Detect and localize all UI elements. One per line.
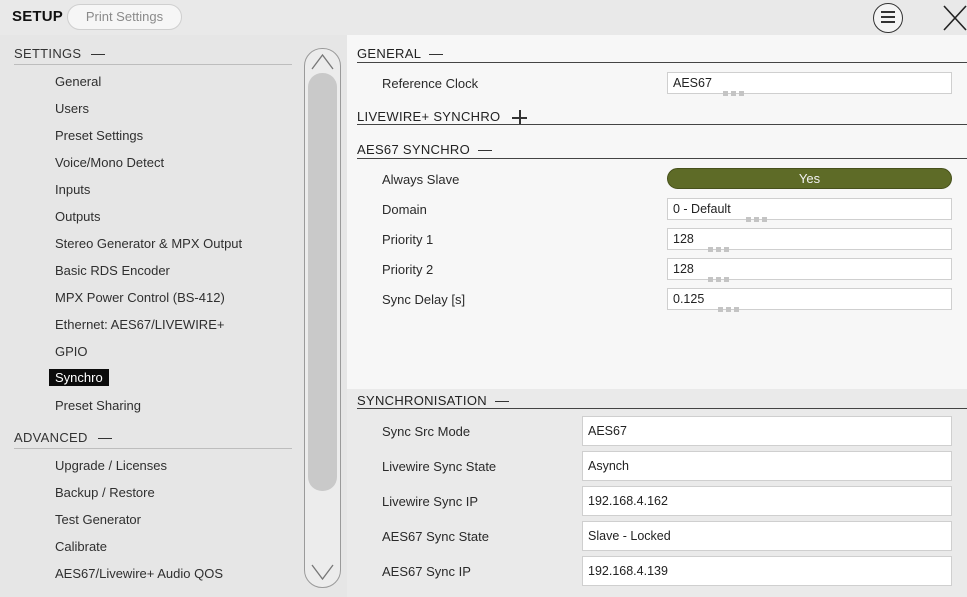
sync-delay-input[interactable]: 0.125 bbox=[667, 288, 952, 312]
status-area: SYNCHRONISATION Sync Src Mode AES67 Live… bbox=[347, 389, 967, 597]
settings-area: GENERAL Reference Clock AES67 LIVEWIRE+ … bbox=[347, 35, 967, 389]
synchro-panel: GENERAL Reference Clock AES67 LIVEWIRE+ … bbox=[347, 35, 967, 597]
priority2-input[interactable]: 128 bbox=[667, 258, 952, 282]
menu-icon[interactable] bbox=[873, 3, 903, 33]
collapse-icon[interactable] bbox=[429, 53, 444, 56]
synchronisation-header-label: SYNCHRONISATION bbox=[357, 393, 487, 408]
divider bbox=[357, 158, 967, 159]
print-settings-button[interactable]: Print Settings bbox=[67, 4, 182, 30]
livewire-sync-ip-value: 192.168.4.162 bbox=[582, 486, 952, 516]
livewire-section-header: LIVEWIRE+ SYNCHRO bbox=[357, 109, 528, 126]
general-section-header: GENERAL bbox=[357, 46, 444, 61]
aes67-header-label: AES67 SYNCHRO bbox=[357, 142, 470, 157]
sidebar-item-basic-rds-encoder[interactable]: Basic RDS Encoder bbox=[55, 263, 170, 278]
aes67-section-header: AES67 SYNCHRO bbox=[357, 142, 492, 157]
domain-value: 0 - Default bbox=[673, 202, 731, 216]
dropdown-dots-icon bbox=[718, 298, 742, 312]
scroll-down-icon[interactable] bbox=[310, 561, 335, 583]
sidebar-item-stereo-generator[interactable]: Stereo Generator & MPX Output bbox=[55, 236, 242, 251]
sync-src-mode-value: AES67 bbox=[582, 416, 952, 446]
advanced-header-label: ADVANCED bbox=[14, 430, 88, 445]
divider bbox=[357, 408, 967, 409]
general-header-label: GENERAL bbox=[357, 46, 422, 61]
sync-delay-label: Sync Delay [s] bbox=[382, 292, 466, 307]
close-icon[interactable] bbox=[940, 4, 967, 32]
sidebar-item-ethernet[interactable]: Ethernet: AES67/LIVEWIRE+ bbox=[55, 317, 224, 332]
divider bbox=[14, 64, 292, 65]
collapse-icon[interactable] bbox=[91, 53, 106, 56]
sync-delay-value: 0.125 bbox=[673, 292, 705, 306]
sidebar-item-general[interactable]: General bbox=[55, 74, 101, 89]
reference-clock-select[interactable]: AES67 bbox=[667, 72, 952, 96]
settings-sidebar: SETTINGS General Users Preset Settings V… bbox=[0, 35, 347, 597]
divider bbox=[14, 448, 292, 449]
domain-label: Domain bbox=[382, 202, 427, 217]
divider bbox=[357, 124, 967, 125]
scroll-thumb[interactable] bbox=[308, 73, 337, 491]
reference-clock-value: AES67 bbox=[673, 76, 712, 90]
livewire-sync-state-value: Asynch bbox=[582, 451, 952, 481]
always-slave-label: Always Slave bbox=[382, 172, 460, 187]
priority1-value: 128 bbox=[673, 232, 694, 246]
sidebar-item-audio-qos[interactable]: AES67/Livewire+ Audio QOS bbox=[55, 566, 223, 581]
sidebar-item-mpx-power-control[interactable]: MPX Power Control (BS-412) bbox=[55, 290, 225, 305]
priority1-label: Priority 1 bbox=[382, 232, 434, 247]
expand-icon[interactable] bbox=[512, 110, 528, 126]
livewire-header-label: LIVEWIRE+ SYNCHRO bbox=[357, 109, 501, 124]
sidebar-item-users[interactable]: Users bbox=[55, 101, 89, 116]
sidebar-item-upgrade-licenses[interactable]: Upgrade / Licenses bbox=[55, 458, 167, 473]
settings-section-header: SETTINGS bbox=[14, 46, 106, 61]
collapse-icon[interactable] bbox=[478, 149, 492, 152]
settings-header-label: SETTINGS bbox=[14, 46, 82, 61]
sidebar-scrollbar[interactable] bbox=[304, 48, 341, 588]
sidebar-item-test-generator[interactable]: Test Generator bbox=[55, 512, 141, 527]
sidebar-item-synchro[interactable]: Synchro bbox=[49, 369, 109, 386]
priority2-label: Priority 2 bbox=[382, 262, 434, 277]
divider bbox=[357, 62, 967, 63]
livewire-sync-ip-label: Livewire Sync IP bbox=[382, 494, 479, 509]
reference-clock-label: Reference Clock bbox=[382, 76, 479, 91]
dropdown-dots-icon bbox=[723, 82, 747, 96]
priority2-value: 128 bbox=[673, 262, 694, 276]
dropdown-dots-icon bbox=[746, 208, 770, 222]
always-slave-toggle[interactable]: Yes bbox=[667, 168, 952, 189]
top-bar: SETUP Print Settings bbox=[0, 0, 967, 35]
advanced-section-header: ADVANCED bbox=[14, 430, 112, 445]
scroll-up-icon[interactable] bbox=[310, 51, 335, 73]
dropdown-dots-icon bbox=[708, 238, 732, 252]
dropdown-dots-icon bbox=[708, 268, 732, 282]
sidebar-item-calibrate[interactable]: Calibrate bbox=[55, 539, 107, 554]
sidebar-item-preset-sharing[interactable]: Preset Sharing bbox=[55, 398, 141, 413]
sidebar-item-inputs[interactable]: Inputs bbox=[55, 182, 90, 197]
synchronisation-section-header: SYNCHRONISATION bbox=[357, 393, 509, 408]
sidebar-item-preset-settings[interactable]: Preset Settings bbox=[55, 128, 143, 143]
collapse-icon[interactable] bbox=[97, 437, 112, 440]
priority1-input[interactable]: 128 bbox=[667, 228, 952, 252]
livewire-sync-state-label: Livewire Sync State bbox=[382, 459, 497, 474]
sidebar-item-backup-restore[interactable]: Backup / Restore bbox=[55, 485, 155, 500]
aes67-sync-ip-label: AES67 Sync IP bbox=[382, 564, 471, 579]
collapse-icon[interactable] bbox=[494, 400, 509, 403]
page-title: SETUP bbox=[12, 8, 64, 25]
sidebar-item-voice-mono-detect[interactable]: Voice/Mono Detect bbox=[55, 155, 164, 170]
aes67-sync-state-value: Slave - Locked bbox=[582, 521, 952, 551]
aes67-sync-ip-value: 192.168.4.139 bbox=[582, 556, 952, 586]
sidebar-item-outputs[interactable]: Outputs bbox=[55, 209, 101, 224]
sidebar-item-gpio[interactable]: GPIO bbox=[55, 344, 88, 359]
sync-src-mode-label: Sync Src Mode bbox=[382, 424, 471, 439]
aes67-sync-state-label: AES67 Sync State bbox=[382, 529, 489, 544]
domain-select[interactable]: 0 - Default bbox=[667, 198, 952, 222]
